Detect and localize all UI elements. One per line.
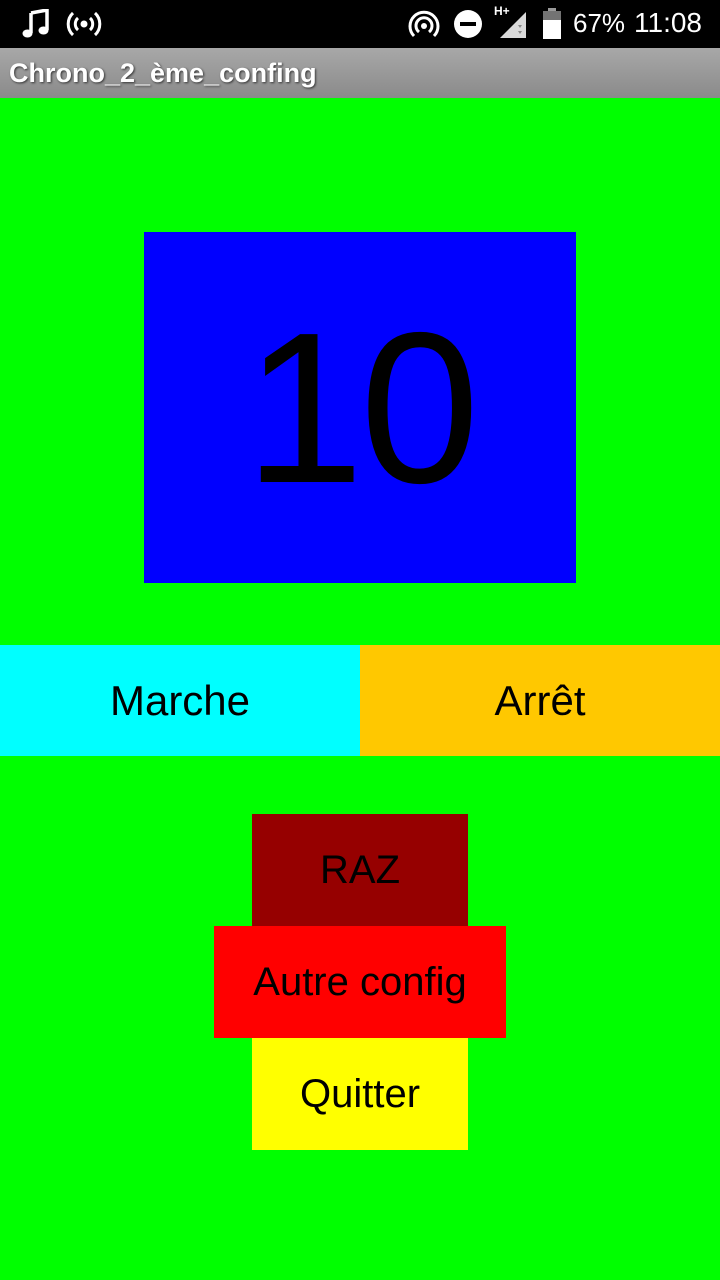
hotspot-icon — [66, 8, 102, 40]
app-title: Chrono_2_ème_confing — [9, 58, 317, 88]
chrono-display: 10 — [144, 232, 576, 583]
network-type-label: H+ — [494, 4, 510, 18]
arret-button[interactable]: Arrêt — [360, 645, 720, 756]
app-title-bar: Chrono_2_ème_confing — [0, 48, 720, 98]
chrono-value: 10 — [244, 287, 479, 528]
nfc-icon — [408, 8, 440, 40]
clock: 11:08 — [634, 7, 702, 38]
autre-config-button[interactable]: Autre config — [214, 926, 506, 1038]
quitter-button[interactable]: Quitter — [252, 1038, 468, 1150]
raz-button[interactable]: RAZ — [252, 814, 468, 926]
battery-icon — [540, 8, 564, 40]
marche-button[interactable]: Marche — [0, 645, 360, 756]
status-bar: H+ 67% 11:08 — [0, 0, 720, 48]
music-note-icon — [20, 8, 52, 40]
do-not-disturb-icon — [452, 8, 484, 40]
battery-percent: 67% — [573, 8, 626, 38]
